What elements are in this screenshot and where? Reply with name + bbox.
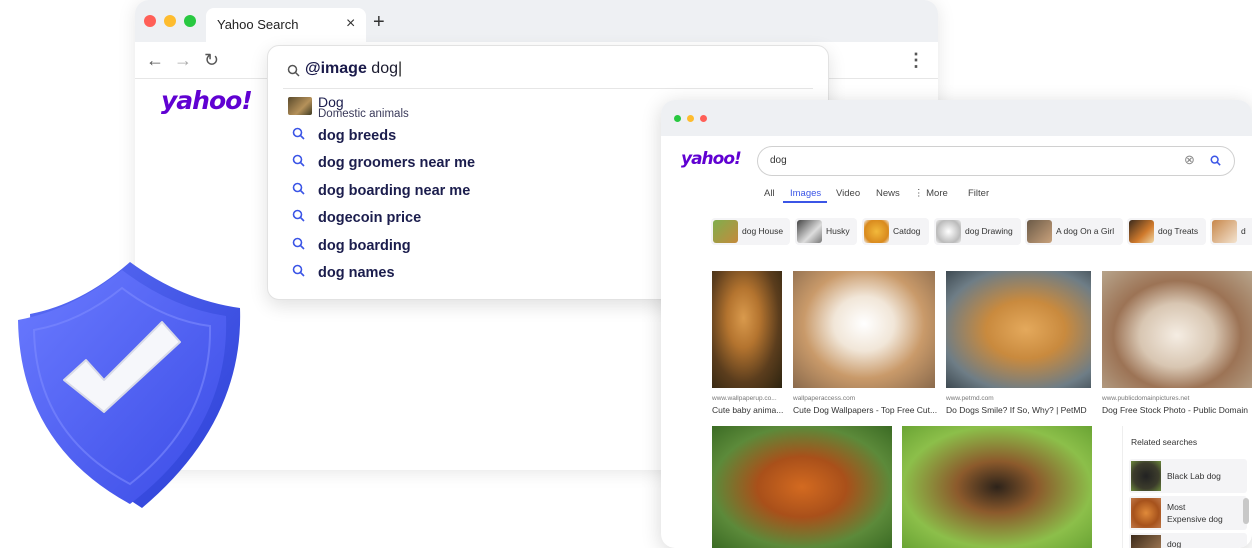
chip-thumbnail: [797, 220, 822, 243]
tab-yahoo-search[interactable]: Yahoo Search ×: [206, 8, 366, 42]
suggestion-label: dog boarding near me: [318, 183, 471, 199]
chip-thumbnail: [1129, 220, 1154, 243]
forward-arrow-icon[interactable]: →: [174, 51, 192, 69]
image-caption[interactable]: Cute Dog Wallpapers - Top Free Cut...: [793, 405, 937, 415]
chip-label: dog Drawing: [965, 226, 1013, 236]
image-results-window: yahoo! dog ⊗ All Images Video News ⋮ Mor…: [661, 100, 1252, 548]
search-value: dog: [770, 155, 787, 166]
chip-label: Catdog: [893, 226, 921, 236]
related-label: Black Lab dog: [1167, 471, 1221, 481]
suggestion-label: dogecoin price: [318, 210, 422, 226]
filter-button[interactable]: Filter: [968, 188, 989, 199]
image-caption[interactable]: Cute baby anima...: [712, 405, 783, 415]
image-source: www.publicdomainpictures.net: [1102, 395, 1190, 402]
tab-news[interactable]: News: [876, 188, 900, 199]
related-searches-heading: Related searches: [1131, 437, 1198, 447]
chip-label: A dog On a Girl: [1056, 226, 1115, 236]
related-item-black-lab[interactable]: Black Lab dog: [1129, 459, 1247, 493]
image-caption[interactable]: Do Dogs Smile? If So, Why? | PetMD: [946, 405, 1087, 415]
related-label: dog: [1167, 539, 1182, 548]
active-tab-underline: [783, 201, 827, 203]
tab-title: Yahoo Search: [217, 17, 299, 32]
image-source: www.petmd.com: [946, 395, 994, 402]
related-thumbnail: [1131, 535, 1161, 548]
dog-image-result[interactable]: [1102, 271, 1252, 388]
chip-thumbnail: [713, 220, 738, 243]
chip-dog-on-girl[interactable]: A dog On a Girl: [1025, 218, 1123, 245]
search-query-input[interactable]: @image dog|: [305, 60, 402, 78]
chip-label: dog Treats: [1158, 226, 1199, 236]
suggestion-label: dog breeds: [318, 128, 397, 144]
related-searches-panel: Related searches Black Lab dog Most Expe…: [1122, 426, 1252, 548]
suggestion-label: dog groomers near me: [318, 155, 476, 171]
dog-image-result[interactable]: [712, 271, 782, 388]
chip-label: dog House: [742, 226, 784, 236]
related-thumbnail: [1131, 498, 1161, 528]
related-item-expensive-dog[interactable]: Most Expensive dog: [1129, 496, 1247, 530]
tab-more[interactable]: ⋮ More: [914, 188, 948, 199]
maximize-window-dot[interactable]: [674, 115, 681, 122]
window-title-bar: [661, 100, 1252, 136]
chip-thumbnail: [1027, 220, 1052, 243]
related-thumbnail: [1131, 461, 1161, 491]
security-shield-icon: [18, 262, 241, 508]
yahoo-logo[interactable]: yahoo!: [161, 86, 253, 115]
clear-search-icon[interactable]: ⊗: [1184, 152, 1195, 168]
tab-all[interactable]: All: [764, 188, 775, 199]
chip-thumbnail: [936, 220, 961, 243]
chip-more[interactable]: d: [1210, 218, 1252, 245]
close-window-dot[interactable]: [144, 15, 156, 27]
dog-thumbnail: [288, 97, 312, 115]
search-icon: [287, 64, 300, 77]
dog-image-result[interactable]: [902, 426, 1092, 548]
suggestion-label: dog boarding: [318, 238, 411, 254]
query-prefix: @image: [305, 60, 367, 77]
search-icon: [292, 264, 305, 277]
chip-label: Husky: [826, 226, 850, 236]
yahoo-logo[interactable]: yahoo!: [681, 149, 742, 169]
reload-icon[interactable]: ↻: [204, 51, 219, 69]
scrollbar-thumb[interactable]: [1243, 498, 1249, 524]
divider: [283, 88, 813, 89]
minimize-window-dot[interactable]: [687, 115, 694, 122]
related-item-dog[interactable]: dog: [1129, 533, 1247, 548]
search-icon: [292, 154, 305, 167]
chip-dog-house[interactable]: dog House: [711, 218, 790, 245]
tab-video[interactable]: Video: [836, 188, 860, 199]
search-icon: [292, 182, 305, 195]
query-term: dog: [366, 60, 398, 77]
search-icon: [292, 209, 305, 222]
new-tab-icon[interactable]: +: [373, 12, 385, 32]
back-arrow-icon[interactable]: ←: [146, 51, 164, 69]
image-source: www.wallpaperup.co...: [712, 395, 777, 402]
minimize-window-dot[interactable]: [164, 15, 176, 27]
suggestion-label: dog names: [318, 265, 395, 281]
search-input[interactable]: dog ⊗: [757, 146, 1235, 176]
dog-image-result[interactable]: [793, 271, 935, 388]
related-label: Most Expensive dog: [1167, 502, 1223, 524]
dog-image-result[interactable]: [712, 426, 892, 548]
search-icon[interactable]: [1210, 155, 1221, 166]
search-icon: [292, 127, 305, 140]
chip-label: d: [1241, 226, 1246, 236]
maximize-window-dot[interactable]: [184, 15, 196, 27]
tab-close-icon[interactable]: ×: [346, 15, 355, 33]
close-window-dot[interactable]: [700, 115, 707, 122]
tab-images[interactable]: Images: [790, 188, 821, 199]
browser-menu-icon[interactable]: ⋮: [907, 51, 925, 69]
chip-thumbnail: [1212, 220, 1237, 243]
chip-catdog[interactable]: Catdog: [862, 218, 929, 245]
search-icon: [292, 237, 305, 250]
entity-subtitle: Domestic animals: [318, 108, 409, 120]
dog-image-result[interactable]: [946, 271, 1091, 388]
chip-dog-treats[interactable]: dog Treats: [1127, 218, 1206, 245]
chip-husky[interactable]: Husky: [795, 218, 857, 245]
image-source: wallpaperaccess.com: [793, 395, 856, 402]
chip-thumbnail: [864, 220, 889, 243]
chip-dog-drawing[interactable]: dog Drawing: [934, 218, 1021, 245]
tab-bar: Yahoo Search × +: [135, 0, 938, 42]
image-caption[interactable]: Dog Free Stock Photo - Public Domain: [1102, 405, 1248, 415]
